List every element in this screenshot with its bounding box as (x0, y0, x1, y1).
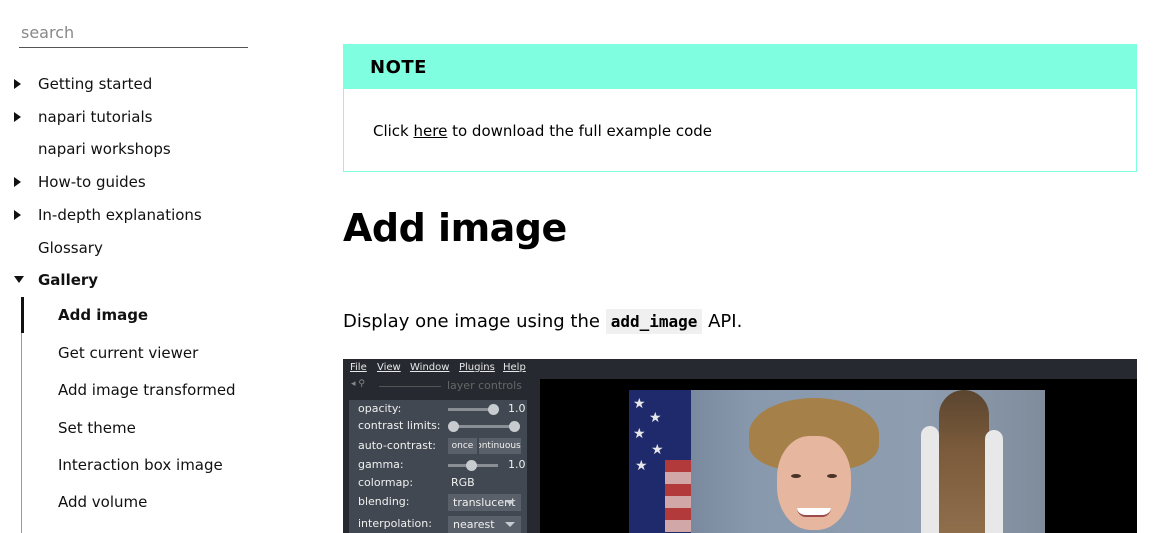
expand-in-depth-icon[interactable] (14, 210, 21, 220)
collapse-gallery-icon[interactable] (14, 276, 24, 283)
opacity-value: 1.0 (508, 402, 526, 415)
gamma-slider-handle[interactable] (466, 460, 477, 471)
gallery-item-add-image[interactable]: Add image (58, 306, 148, 324)
menu-view: View (377, 362, 401, 373)
sidebar-item-gallery[interactable]: Gallery (38, 271, 98, 289)
gallery-item-set-theme[interactable]: Set theme (58, 419, 136, 437)
sidebar-item-in-depth-explanations[interactable]: In-depth explanations (38, 206, 202, 224)
layer-controls-panel: opacity: 1.0 contrast limits: auto-contr… (349, 400, 527, 533)
chevron-down-icon (505, 522, 515, 527)
sidebar-item-napari-workshops[interactable]: napari workshops (38, 140, 171, 158)
auto-contrast-label: auto-contrast: (358, 439, 437, 452)
inline-code: add_image (605, 309, 703, 334)
viewer-menubar: File View Window Plugins Help (343, 359, 1137, 377)
sidebar-item-napari-tutorials[interactable]: napari tutorials (38, 108, 152, 126)
sidebar-item-getting-started[interactable]: Getting started (38, 75, 152, 93)
note-title: NOTE (344, 45, 1136, 89)
download-link[interactable]: here (414, 122, 448, 140)
gallery-item-get-current-viewer[interactable]: Get current viewer (58, 344, 198, 362)
menu-file: File (350, 362, 367, 373)
contrast-min-handle[interactable] (448, 421, 459, 432)
menu-help: Help (503, 362, 526, 373)
interpolation-label: interpolation: (358, 517, 432, 530)
expand-getting-started-icon[interactable] (14, 79, 21, 89)
colormap-value: RGB (451, 476, 475, 489)
auto-contrast-continuous-button[interactable]: continuous (479, 438, 521, 454)
layer-controls-divider (379, 386, 441, 387)
layer-controls-icon: ◂ ⚲ (351, 379, 365, 389)
expand-tutorials-icon[interactable] (14, 112, 21, 122)
expand-how-to-icon[interactable] (14, 177, 21, 187)
menu-window: Window (410, 362, 450, 373)
note-admonition: NOTE Click here to download the full exa… (343, 44, 1137, 172)
active-indicator (21, 297, 24, 333)
contrast-limits-slider[interactable] (452, 425, 514, 428)
sidebar-item-how-to-guides[interactable]: How-to guides (38, 173, 146, 191)
napari-viewer-screenshot: File View Window Plugins Help ◂ ⚲ layer … (343, 359, 1137, 533)
contrast-max-handle[interactable] (509, 421, 520, 432)
page-title: Add image (343, 206, 567, 250)
gamma-label: gamma: (358, 458, 404, 471)
note-text-before: Click (373, 122, 414, 140)
astronaut-image: ★ ★ ★ ★ ★ (629, 390, 1045, 533)
opacity-slider-handle[interactable] (488, 404, 499, 415)
flag-graphic: ★ ★ ★ ★ ★ (629, 390, 691, 533)
gamma-value: 1.0 (508, 458, 526, 471)
colormap-label: colormap: (358, 476, 414, 489)
blending-dropdown[interactable]: translucent (448, 494, 521, 511)
layer-controls-label: layer controls (447, 379, 522, 392)
search-box[interactable] (19, 18, 248, 48)
interpolation-dropdown[interactable]: nearest (448, 516, 521, 533)
sidebar-item-glossary[interactable]: Glossary (38, 239, 103, 257)
blending-label: blending: (358, 495, 410, 508)
auto-contrast-once-button[interactable]: once (448, 438, 477, 454)
gallery-item-add-volume[interactable]: Add volume (58, 493, 147, 511)
gallery-item-interaction-box-image[interactable]: Interaction box image (58, 456, 223, 474)
desc-before: Display one image using the (343, 311, 606, 332)
note-text-after: to download the full example code (447, 122, 713, 140)
layer-controls-header: ◂ ⚲ layer controls (351, 379, 527, 393)
gallery-item-add-image-transformed[interactable]: Add image transformed (58, 381, 236, 399)
menu-plugins: Plugins (459, 362, 495, 373)
note-body: Click here to download the full example … (344, 89, 1136, 140)
page-description: Display one image using the add_image AP… (343, 309, 743, 334)
shuttle-graphic (939, 390, 989, 533)
search-input[interactable] (19, 18, 248, 46)
contrast-limits-label: contrast limits: (358, 419, 441, 432)
viewer-canvas[interactable]: ★ ★ ★ ★ ★ (540, 379, 1137, 533)
opacity-label: opacity: (358, 402, 402, 415)
interpolation-value: nearest (453, 518, 495, 531)
chevron-down-icon (505, 500, 515, 505)
desc-after: API. (702, 311, 743, 332)
